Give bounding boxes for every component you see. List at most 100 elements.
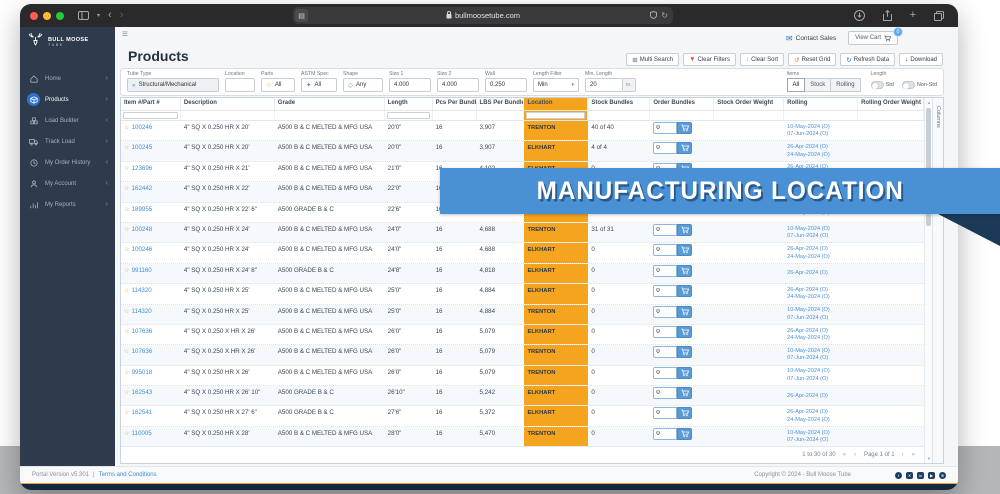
column-header-lbs-per-bundle[interactable]: LBS Per Bundle bbox=[477, 98, 525, 110]
filter-input-location[interactable] bbox=[526, 112, 585, 119]
contact-sales-link[interactable]: ✉ Contact Sales bbox=[786, 34, 836, 43]
column-header-location[interactable]: Location bbox=[524, 98, 588, 110]
terms-link[interactable]: Terms and Conditions bbox=[99, 472, 157, 478]
sidebar-item-track-load[interactable]: Track Load› bbox=[20, 131, 115, 152]
items-option-all[interactable]: All bbox=[787, 78, 806, 92]
column-header-pcs-per-bundle[interactable]: Pcs Per Bundle bbox=[433, 98, 477, 110]
item-number-link[interactable]: 162442 bbox=[132, 185, 153, 192]
favorite-star-icon[interactable]: ☆ bbox=[124, 328, 130, 335]
item-number-link[interactable]: 100248 bbox=[132, 226, 153, 233]
favorite-star-icon[interactable]: ☆ bbox=[124, 348, 130, 355]
sidebar-item-products[interactable]: Products› bbox=[20, 89, 115, 110]
rolling-date-link[interactable]: 07-Jun-2024 (O) bbox=[787, 131, 855, 138]
size-1-control[interactable]: 4.000 bbox=[389, 78, 431, 92]
rolling-date-link[interactable]: 26-Apr-2024 (O) bbox=[787, 287, 855, 294]
rolling-date-link[interactable]: 26-Apr-2024 (O) bbox=[787, 393, 855, 400]
facebook-icon[interactable]: f bbox=[895, 472, 902, 479]
rolling-date-link[interactable]: 10-May-2024 (O) bbox=[787, 368, 855, 375]
add-to-cart-button[interactable] bbox=[677, 387, 692, 399]
items-option-stock[interactable]: Stock bbox=[805, 78, 831, 92]
download-button[interactable]: ↓Download bbox=[899, 53, 943, 66]
column-header-stock-order-weight[interactable]: Stock Order Weight bbox=[714, 98, 784, 110]
rolling-date-link[interactable]: 26-Apr-2024 (O) bbox=[787, 328, 855, 335]
item-number-link[interactable]: 114320 bbox=[132, 308, 152, 315]
sidebar-chevron-icon[interactable]: ▾ bbox=[97, 13, 100, 19]
add-to-cart-button[interactable] bbox=[677, 244, 692, 256]
item-number-link[interactable]: 100245 bbox=[132, 144, 153, 151]
rolling-date-link[interactable]: 24-May-2024 (O) bbox=[787, 335, 855, 342]
rolling-date-link[interactable]: 26-Apr-2024 (O) bbox=[787, 409, 855, 416]
zoom-window-button[interactable] bbox=[56, 12, 64, 20]
reset-grid-button[interactable]: ↺Reset Grid bbox=[788, 53, 836, 66]
share-icon[interactable] bbox=[883, 10, 892, 21]
forward-button[interactable]: › bbox=[120, 10, 124, 21]
order-qty-input[interactable] bbox=[653, 326, 677, 338]
favorite-star-icon[interactable]: ☆ bbox=[124, 389, 130, 396]
sidebar-item-my-order-history[interactable]: My Order History‹ bbox=[20, 152, 115, 173]
rolling-date-link[interactable]: 10-May-2024 (O) bbox=[787, 226, 855, 233]
column-header-description[interactable]: Description bbox=[181, 98, 275, 110]
add-to-cart-button[interactable] bbox=[677, 407, 692, 419]
rolling-date-link[interactable]: 26-Apr-2024 (O) bbox=[787, 144, 855, 151]
downloads-icon[interactable] bbox=[854, 10, 865, 21]
view-cart-button[interactable]: View Cart 0 bbox=[848, 31, 898, 45]
order-qty-input[interactable] bbox=[653, 285, 677, 297]
items-option-rolling[interactable]: Rolling bbox=[831, 78, 860, 92]
column-header-length[interactable]: Length bbox=[385, 98, 433, 110]
rolling-date-link[interactable]: 10-May-2024 (O) bbox=[787, 124, 855, 131]
columns-side-tab[interactable]: Columns bbox=[932, 98, 943, 463]
min-length-control[interactable]: 20 bbox=[585, 78, 623, 92]
toggle-std[interactable]: Std bbox=[871, 81, 894, 89]
filter-input-length[interactable] bbox=[387, 112, 430, 119]
column-header-rolling-order-weight[interactable]: Rolling Order Weight bbox=[858, 98, 924, 110]
item-number-link[interactable]: 110005 bbox=[132, 430, 152, 437]
item-number-link[interactable]: 114320 bbox=[132, 287, 152, 294]
youtube-icon[interactable]: ▶ bbox=[928, 472, 935, 479]
add-to-cart-button[interactable] bbox=[677, 326, 692, 338]
add-to-cart-button[interactable] bbox=[677, 142, 692, 154]
minimize-window-button[interactable] bbox=[43, 12, 51, 20]
sidebar-item-load-builder[interactable]: Load Builder‹ bbox=[20, 110, 115, 131]
astm-spec-control[interactable]: ✦All bbox=[301, 78, 337, 92]
rolling-date-link[interactable]: 07-Jun-2024 (O) bbox=[787, 315, 855, 322]
rolling-date-link[interactable]: 24-May-2024 (O) bbox=[787, 254, 855, 261]
favorite-star-icon[interactable]: ☆ bbox=[124, 287, 130, 294]
rolling-date-link[interactable]: 24-May-2024 (O) bbox=[787, 294, 855, 301]
rolling-date-link[interactable]: 07-Jun-2024 (O) bbox=[787, 376, 855, 383]
item-number-link[interactable]: 100246 bbox=[132, 246, 153, 253]
shield-icon[interactable] bbox=[650, 11, 657, 21]
x-icon[interactable]: ✕ bbox=[906, 472, 913, 479]
item-number-link[interactable]: 123696 bbox=[132, 165, 153, 172]
order-qty-input[interactable] bbox=[653, 142, 677, 154]
vertical-scrollbar[interactable]: ▲ ▼ bbox=[924, 98, 932, 463]
location-control[interactable] bbox=[225, 78, 255, 92]
order-qty-input[interactable] bbox=[653, 224, 677, 236]
item-number-link[interactable]: 991160 bbox=[132, 267, 152, 274]
rolling-date-link[interactable]: 26-Apr-2024 (O) bbox=[787, 270, 855, 277]
clear-filters-button[interactable]: ▼Clear Filters bbox=[683, 53, 736, 66]
order-qty-input[interactable] bbox=[653, 387, 677, 399]
close-window-button[interactable] bbox=[30, 12, 38, 20]
size-2-control[interactable]: 4.000 bbox=[437, 78, 479, 92]
back-button[interactable]: ‹ bbox=[108, 10, 112, 21]
add-to-cart-button[interactable] bbox=[677, 224, 692, 236]
prev-page-button[interactable]: ‹ bbox=[854, 452, 857, 458]
item-number-link[interactable]: 162541 bbox=[132, 409, 153, 416]
favorite-star-icon[interactable]: ☆ bbox=[124, 409, 130, 416]
add-to-cart-button[interactable] bbox=[677, 265, 692, 277]
add-to-cart-button[interactable] bbox=[677, 306, 692, 318]
hamburger-menu-icon[interactable]: ≡ bbox=[122, 29, 128, 40]
rolling-date-link[interactable]: 10-May-2024 (O) bbox=[787, 348, 855, 355]
last-page-button[interactable]: » bbox=[912, 452, 916, 458]
order-qty-input[interactable] bbox=[653, 346, 677, 358]
linkedin-icon[interactable]: in bbox=[917, 472, 924, 479]
order-qty-input[interactable] bbox=[653, 122, 677, 134]
filter-input-item-part[interactable] bbox=[123, 112, 178, 119]
sidebar-toggle-icon[interactable] bbox=[78, 11, 89, 20]
item-number-link[interactable]: 189955 bbox=[132, 206, 153, 213]
add-to-cart-button[interactable] bbox=[677, 346, 692, 358]
order-qty-input[interactable] bbox=[653, 306, 677, 318]
favorite-star-icon[interactable]: ☆ bbox=[124, 185, 130, 192]
favorite-star-icon[interactable]: ☆ bbox=[124, 144, 130, 151]
rolling-date-link[interactable]: 07-Jun-2024 (O) bbox=[787, 233, 855, 240]
